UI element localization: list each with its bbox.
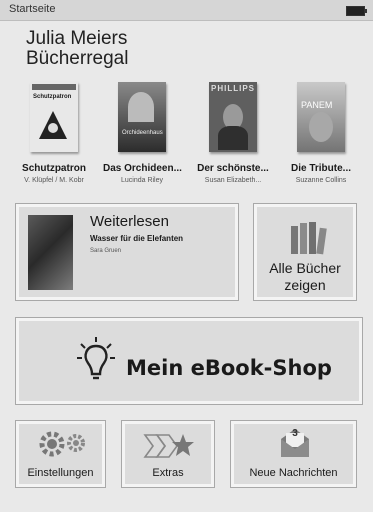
continue-reading-cover (28, 215, 73, 290)
ebook-shop-label: Mein eBook-Shop (126, 356, 332, 380)
message-count: 3 (292, 428, 298, 439)
lightbulb-icon (77, 337, 115, 380)
star-arrow-icon (143, 434, 194, 458)
new-messages-label: Neue Nachrichten (249, 467, 338, 479)
book-title: Das Orchideen... (103, 163, 182, 174)
book-cover-panem: PANEM (297, 82, 345, 152)
book-item[interactable]: Schutzpatron Schutzpatron V. Klüpfel / M… (15, 82, 93, 184)
extras-label: Extras (152, 467, 184, 479)
new-messages-button[interactable]: 3 Neue Nachrichten (230, 420, 357, 488)
continue-reading-heading: Weiterlesen (90, 213, 169, 230)
book-cover-phillips: PHILLIPS (209, 82, 257, 152)
status-bar: Startseite (0, 0, 373, 21)
extras-button[interactable]: Extras (121, 420, 215, 488)
settings-button[interactable]: Einstellungen (15, 420, 106, 488)
bookshelf: Schutzpatron Schutzpatron V. Klüpfel / M… (0, 82, 373, 192)
book-title: Der schönste... (197, 163, 269, 174)
gear-icon (39, 431, 85, 457)
book-item[interactable]: PHILLIPS Der schönste... Susan Elizabeth… (194, 82, 272, 184)
battery-icon (346, 6, 367, 16)
book-cover-orchideen: Orchideenhaus (118, 82, 166, 152)
library-owner: Julia Meiers Bücherregal (26, 29, 128, 69)
shelf-label: Bücherregal (26, 48, 129, 69)
continue-reading-book-title: Wasser für die Elefanten (90, 234, 184, 243)
ebook-shop-button[interactable]: Mein eBook-Shop (15, 317, 363, 405)
book-item[interactable]: Orchideenhaus Das Orchideen... Lucinda R… (103, 82, 182, 184)
book-title: Schutzpatron (22, 163, 86, 174)
book-item[interactable]: PANEM Die Tribute... Suzanne Collins (282, 82, 360, 184)
all-books-button[interactable]: Alle Bücher zeigen (253, 203, 357, 301)
book-cover-schutzpatron: Schutzpatron (30, 82, 78, 152)
owner-name: Julia Meiers (26, 28, 128, 49)
continue-reading-tile[interactable]: Weiterlesen Wasser für die Elefanten Sar… (15, 203, 239, 301)
book-author: Lucinda Riley (120, 177, 164, 184)
all-books-label: Alle Bücher zeigen (269, 260, 341, 293)
continue-reading-author: Sara Gruen (90, 248, 122, 254)
book-author: Suzanne Collins (295, 177, 347, 184)
settings-label: Einstellungen (27, 467, 94, 479)
book-author: V. Klüpfel / M. Kobr (24, 177, 84, 184)
book-author: Susan Elizabeth... (204, 177, 262, 184)
book-title: Die Tribute... (290, 163, 351, 174)
bookshelf-icon (291, 222, 327, 255)
status-title: Startseite (9, 3, 56, 15)
